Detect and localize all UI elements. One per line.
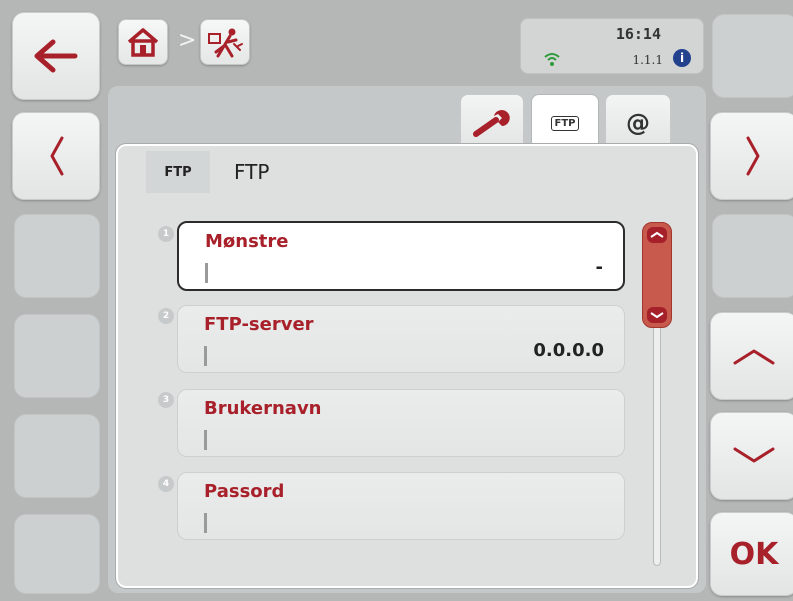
scroll-down-button[interactable] [710,412,793,500]
empty-left-button-4 [14,314,100,398]
field-username[interactable]: Brukernavn [177,389,625,457]
page-title: FTP [234,160,270,184]
field-value: - [595,257,603,278]
field-ftp-server[interactable]: FTP-server 0.0.0.0 [177,305,625,373]
version-text: 1.1.1 [632,53,663,67]
scroll-thumb-top-cap [647,227,667,243]
field-value: 0.0.0.0 [533,340,604,361]
field-number-2: 2 [158,308,174,324]
chevron-up-icon [650,231,664,238]
field-number-3: 3 [158,392,174,408]
at-icon: @ [626,109,650,137]
back-button[interactable] [12,12,100,100]
text-cursor [204,430,207,450]
empty-right-button-1 [712,14,793,98]
home-button[interactable] [118,19,168,65]
field-label: Mønstre [205,231,289,252]
ftp-tab-label: FTP [550,116,580,131]
field-label: FTP-server [204,314,314,335]
scroll-up-button[interactable] [710,312,793,400]
status-box: 16:14 1.1.1 i [520,18,704,74]
empty-left-button-5 [14,414,100,498]
scroll-thumb-bottom-cap [647,307,667,323]
ftp-icon: FTP [146,151,210,193]
field-password[interactable]: Passord [177,472,625,540]
empty-left-button-6 [14,514,100,594]
empty-right-button-3 [712,214,793,298]
chevron-left-icon [50,136,64,176]
previous-button[interactable] [12,112,100,200]
wrench-icon [473,110,510,137]
info-icon[interactable]: i [673,49,691,67]
wifi-icon [544,53,560,66]
service-person-icon [208,28,243,58]
header-bar: > 16:14 1.1.1 i [108,10,706,86]
chevron-down-icon [733,447,775,463]
text-cursor [204,346,207,366]
field-label: Brukernavn [204,398,322,419]
chevron-right-icon [746,136,760,176]
field-label: Passord [204,481,285,502]
ok-button[interactable]: OK [710,512,793,596]
chevron-down-icon [650,312,664,319]
breadcrumb-separator: > [178,28,197,53]
clock-time: 16:14 [615,25,661,43]
home-icon [127,28,159,57]
arrow-left-icon [34,39,78,73]
field-number-4: 4 [158,476,174,492]
chevron-up-icon [733,349,775,365]
field-pattern[interactable]: Mønstre - [177,221,625,291]
empty-left-button-3 [14,214,100,298]
ok-label: OK [729,536,779,572]
service-button[interactable] [200,19,250,65]
scrollbar-thumb[interactable] [642,222,672,328]
text-cursor [204,513,207,533]
next-button[interactable] [710,112,793,200]
text-cursor [205,263,208,283]
field-number-1: 1 [158,226,174,242]
